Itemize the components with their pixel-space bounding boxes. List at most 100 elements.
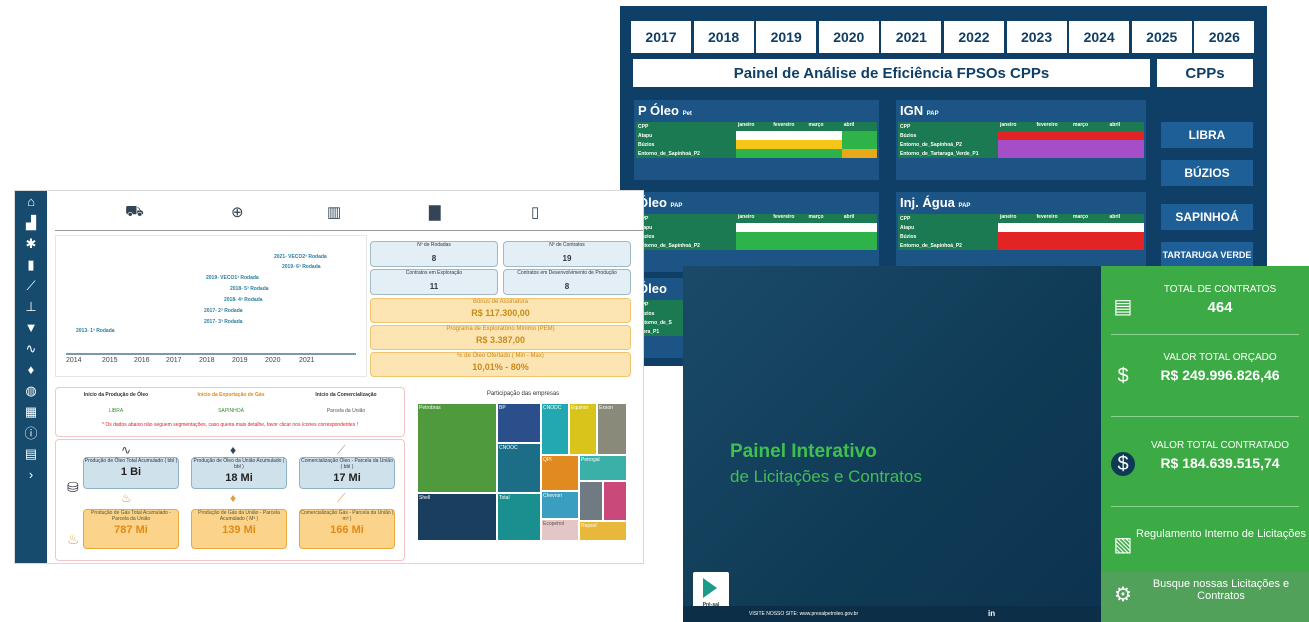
treemap-petrogal[interactable]: Petrogal [579, 455, 627, 481]
treemap-total[interactable]: Total [497, 493, 541, 541]
footer-text[interactable]: VISITE NOSSO SITE: www.presalpetroleo.go… [749, 611, 858, 617]
barrel-icon[interactable]: ▮ [15, 254, 47, 275]
stat-value: 19 [562, 254, 572, 263]
stat-card: Nº de Contratos 19 [503, 241, 631, 267]
treemap-repsol[interactable]: Repsol [579, 521, 627, 541]
start-value: SAPINHOÁ [218, 408, 244, 414]
stat-value: 11 [429, 282, 439, 291]
row-label: Búzios [638, 233, 655, 240]
row-label: Entorno_de_Tartaruga_Verde_P1 [900, 150, 979, 157]
sapinhoa-button[interactable]: SAPINHOÁ [1161, 204, 1253, 230]
start-label: Início da Produção de Óleo [83, 392, 149, 398]
document-icon[interactable]: ▤ [15, 443, 47, 464]
treemap-equinor[interactable]: Equinor [569, 403, 597, 455]
p-oleo-card: P Óleo Pet CPP janeiro fevereiro março abril… [634, 100, 879, 180]
card-value: 18 Mi [225, 472, 253, 484]
kpi-valor-orcado: VALOR TOTAL ORÇADO R$ 249.996.826,46 [1101, 352, 1309, 383]
footer-bar: VISITE NOSSO SITE: www.presalpetroleo.go… [683, 606, 1101, 622]
treemap-exxon[interactable]: Exxon [597, 403, 627, 455]
treemap-cnodc[interactable]: CNODC [541, 403, 569, 455]
kpi-value: R$ 249.996.826,46 [1160, 367, 1280, 383]
buzios-button[interactable]: BÚZIOS [1161, 160, 1253, 186]
treemap-small-2[interactable] [603, 481, 627, 521]
divider [1111, 416, 1299, 417]
link-regulamento[interactable]: Regulamento Interno de Licitações [1101, 528, 1309, 540]
stat-card: Contratos em Exploração 11 [370, 269, 498, 295]
comercializacao-gas-card[interactable]: Comercialização Gás - Parcela da União (… [299, 509, 395, 549]
leaf-icon: ⟋ [337, 443, 346, 457]
col-header: fevereiro [773, 214, 795, 220]
bonus-card: Bônus de Assinatura R$ 117.300,00 [370, 298, 631, 323]
oleo-total-card[interactable]: Produção de Óleo Total Acumulado ( bbl )… [83, 457, 179, 489]
card-value: 10,01% - 80% [472, 362, 529, 372]
oleo-ofertado-card: % de Óleo Ofertado ( Min - Max) 10,01% - … [370, 352, 631, 377]
treemap-petrobras[interactable]: Petrobras [417, 403, 497, 493]
card-value: 166 Mi [330, 524, 364, 536]
leaf-icon[interactable]: ⟋ [15, 275, 47, 296]
comercializacao-oleo-card[interactable]: Comercialização Óleo - Parcela da União … [299, 457, 395, 489]
gas-uniao-card[interactable]: Produção de Gás da União - Parcela Acumu… [191, 509, 287, 549]
map-icon[interactable]: ▼ [15, 317, 47, 338]
starts-box: Início da Produção de Óleo LIBRA Início … [55, 387, 405, 437]
row-label: Entorno_de_Sapinhoá_P2 [900, 242, 962, 249]
year-tab[interactable]: 2021 [880, 20, 943, 54]
year-tab[interactable]: 2024 [1068, 20, 1131, 54]
year-tab[interactable]: 2019 [755, 20, 818, 54]
treemap-shell[interactable]: Shell [417, 493, 497, 541]
globe-icon[interactable]: ◍ [15, 380, 47, 401]
gas-total-card[interactable]: Produção de Gás Total Acumulado - Parcel… [83, 509, 179, 549]
stat-label: Nº de Rodadas [417, 242, 451, 248]
map-icon[interactable]: ▥ [327, 203, 341, 221]
col-header: abril [843, 214, 855, 220]
search-icon[interactable]: ⊕ [231, 203, 244, 221]
treemap-bp[interactable]: BP [497, 403, 541, 443]
timeline-event: 2017- 2ª Rodada [204, 308, 243, 314]
card-label: Produção de Óleo Total Acumulado ( bbl ) [84, 458, 178, 464]
home-icon[interactable]: ⌂ [15, 191, 47, 212]
linkedin-icon[interactable]: in [988, 609, 995, 618]
col-header: abril [1109, 122, 1121, 128]
trend-icon[interactable]: ∿ [15, 338, 47, 359]
year-tab[interactable]: 2026 [1193, 20, 1256, 54]
card-sub: PAP [926, 111, 939, 117]
year-tab[interactable]: 2020 [817, 20, 880, 54]
treemap-small-1[interactable] [579, 481, 603, 521]
treemap-ecopetrol[interactable]: Ecopetrol [541, 519, 579, 541]
oleo-uniao-card[interactable]: Produção de Óleo da União Acumulado ( bb… [191, 457, 287, 489]
treemap-qpi[interactable]: QPI [541, 455, 579, 491]
chart-icon[interactable]: ▟ [15, 212, 47, 233]
card-value: R$ 3.387,00 [475, 335, 526, 345]
card-label: Bônus de Assinatura [472, 299, 529, 305]
card-label: Produção de Gás da União - Parcela Acumu… [198, 510, 280, 522]
kpi-label: VALOR TOTAL CONTRATADO [1151, 440, 1289, 451]
main-title: Painel Interativo [730, 441, 877, 462]
rig-icon[interactable]: ⛟ [125, 203, 144, 222]
dashboard-panel: ⌂ ▟ ✱ ▮ ⟋ ⊥ ▼ ∿ ♦ ◍ ▦ ⓘ ▤ › ⛟ ⊕ ▥ ▇ ▯ 20… [14, 190, 644, 564]
building-icon[interactable]: ▇ [429, 203, 441, 221]
link-busque[interactable]: Busque nossas Licitações e Contratos [1101, 578, 1309, 602]
barrel-icon: ⛁ [67, 479, 79, 495]
treemap-chevron[interactable]: Chevron [541, 491, 579, 519]
year-tab[interactable]: 2022 [942, 20, 1005, 54]
year-tab[interactable]: 2025 [1130, 20, 1193, 54]
leaf-icon: ⟋ [337, 491, 346, 505]
row-label: Búzios [638, 141, 655, 148]
year-tab[interactable]: 2017 [630, 20, 692, 54]
clipboard-icon[interactable]: ▯ [531, 203, 539, 221]
libra-button[interactable]: LIBRA [1161, 122, 1253, 148]
col-header: CPP [638, 123, 649, 130]
flame-icon[interactable]: ♦ [15, 359, 47, 380]
year-tab[interactable]: 2018 [692, 20, 755, 54]
stat-label: Nº de Contratos [549, 242, 585, 248]
gear-icon[interactable]: ✱ [15, 233, 47, 254]
top-icon-bar: ⛟ ⊕ ▥ ▇ ▯ [55, 195, 643, 231]
year-tab[interactable]: 2023 [1005, 20, 1068, 54]
info-icon[interactable]: ⓘ [15, 422, 47, 443]
timeline-year: 2020 [265, 357, 281, 364]
platform-icon[interactable]: ⊥ [15, 296, 47, 317]
calendar-icon[interactable]: ▦ [15, 401, 47, 422]
timeline-event: 2019- 6ª Rodada [282, 264, 321, 270]
tartaruga-verde-button[interactable]: TARTARUGA VERDE [1161, 242, 1253, 268]
treemap-cnooc[interactable]: CNOOC [497, 443, 541, 493]
ign-card: IGN PAP CPP janeiro fevereiro março abril Bú… [896, 100, 1146, 180]
